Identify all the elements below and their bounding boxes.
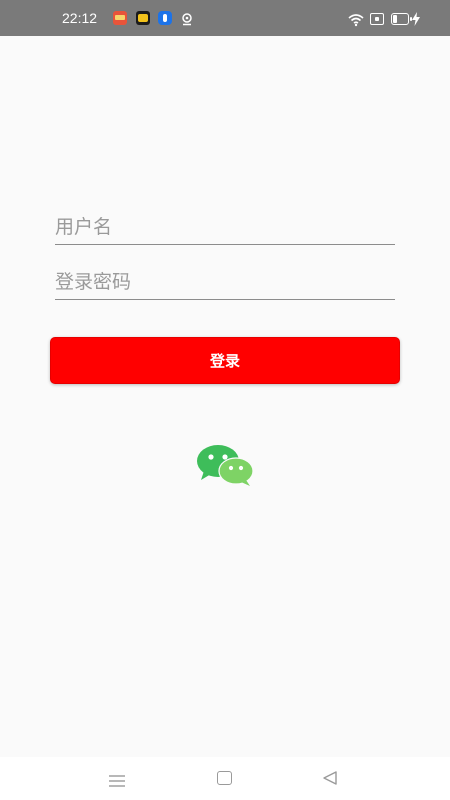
menu-icon[interactable] xyxy=(109,772,125,787)
login-screen: 22:12 用户名 登录 xyxy=(0,0,450,800)
app-notification-icon xyxy=(158,11,172,25)
login-button-label: 登录 xyxy=(209,352,240,370)
wifi-icon xyxy=(348,12,364,27)
location-icon xyxy=(180,11,194,26)
home-icon[interactable] xyxy=(217,771,232,785)
username-input[interactable] xyxy=(55,212,395,242)
charging-icon xyxy=(412,11,420,26)
status-time: 22:12 xyxy=(62,10,98,26)
app-notification-icon xyxy=(113,11,127,25)
password-field xyxy=(55,267,395,300)
navigation-bar xyxy=(0,757,450,800)
wechat-icon xyxy=(197,445,254,486)
password-input[interactable] xyxy=(55,267,395,297)
app-notification-icon xyxy=(136,11,150,25)
battery-icon xyxy=(391,13,412,25)
username-field xyxy=(55,212,395,245)
back-icon[interactable] xyxy=(322,770,338,786)
login-button[interactable]: 登录 xyxy=(50,337,400,384)
wechat-login-button[interactable] xyxy=(196,444,254,486)
status-bar: 22:12 xyxy=(0,0,450,36)
nfc-icon xyxy=(370,13,384,25)
